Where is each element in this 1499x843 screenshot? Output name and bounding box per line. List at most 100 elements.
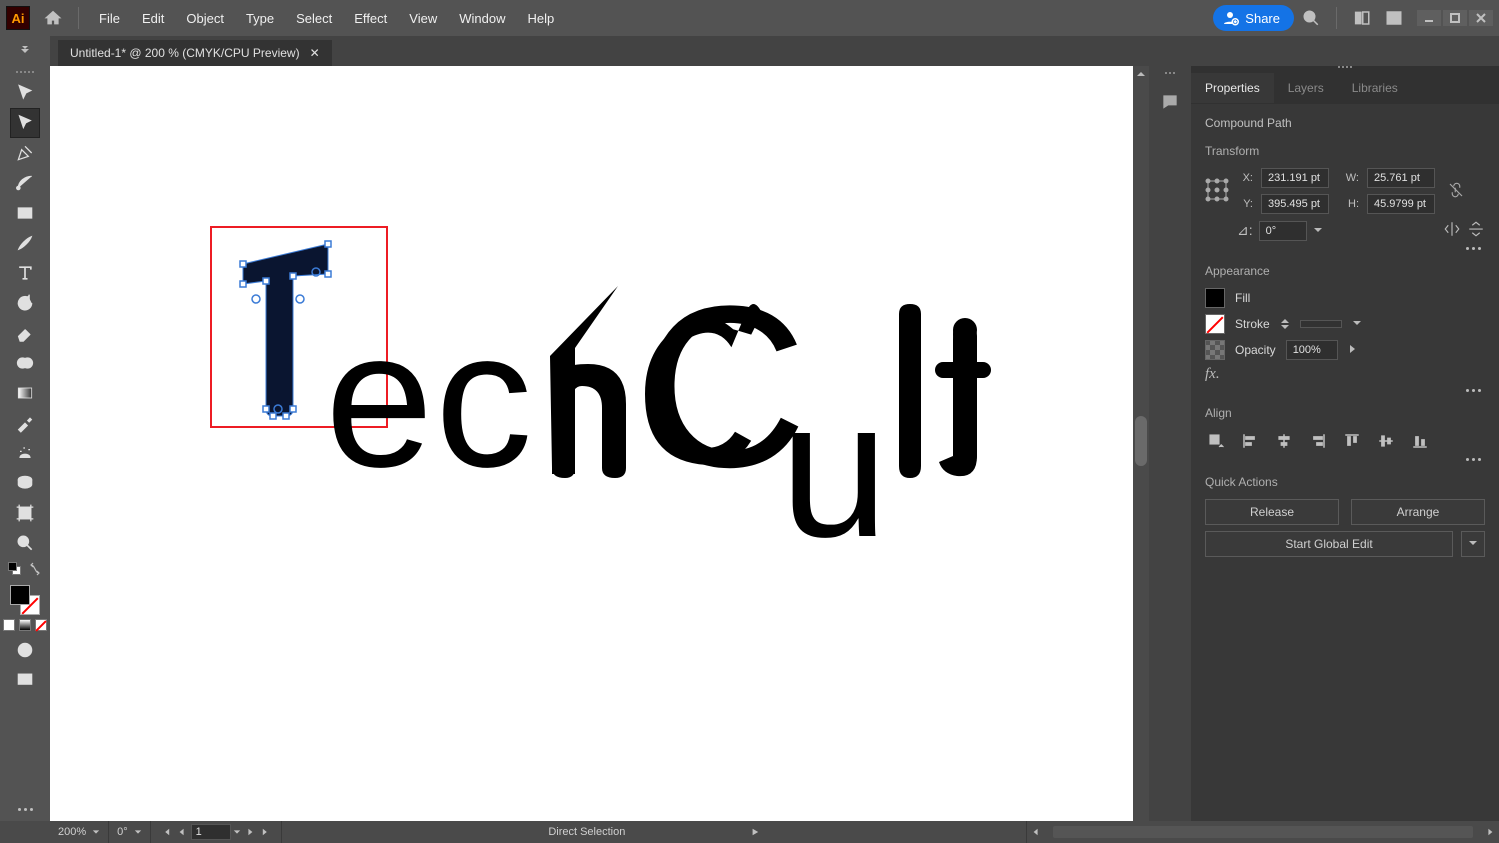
zoom-tool-icon[interactable] [10, 528, 40, 558]
close-button[interactable] [1469, 10, 1493, 26]
stroke-weight-field[interactable] [1300, 320, 1342, 328]
menu-type[interactable]: Type [236, 5, 284, 32]
opacity-flyout-icon[interactable] [1348, 343, 1356, 357]
arrange-documents-icon[interactable] [1347, 3, 1377, 33]
first-artboard-icon[interactable] [159, 825, 173, 839]
color-mode-icon[interactable] [3, 619, 15, 631]
type-tool-icon[interactable] [10, 258, 40, 288]
constrain-proportions-icon[interactable] [1447, 181, 1467, 201]
stroke-color-swatch[interactable] [1205, 314, 1225, 334]
artboard-tool-icon[interactable] [10, 498, 40, 528]
toolbox-grip[interactable] [10, 68, 40, 76]
dock-grip[interactable] [1165, 72, 1175, 78]
global-edit-dropdown-icon[interactable] [1461, 531, 1485, 557]
fill-swatch[interactable] [10, 585, 30, 605]
y-field[interactable]: 395.495 pt [1261, 194, 1329, 214]
share-button[interactable]: Share [1213, 5, 1294, 31]
scroll-left-icon[interactable] [1029, 825, 1043, 839]
last-artboard-icon[interactable] [259, 825, 273, 839]
arrange-button[interactable]: Arrange [1351, 499, 1485, 525]
flip-vertical-icon[interactable] [1467, 220, 1485, 241]
stroke-profile-dropdown-icon[interactable] [1352, 317, 1362, 331]
opacity-field[interactable]: 100% [1286, 340, 1338, 360]
rectangle-tool-icon[interactable] [10, 198, 40, 228]
align-to-dropdown-icon[interactable] [1205, 430, 1227, 452]
menu-file[interactable]: File [89, 5, 130, 32]
maximize-button[interactable] [1443, 10, 1467, 26]
edit-toolbar-icon[interactable] [18, 808, 33, 811]
align-top-icon[interactable] [1341, 430, 1363, 452]
screen-mode-icon[interactable] [10, 665, 40, 695]
artboard-number-field[interactable] [191, 824, 231, 840]
menu-window[interactable]: Window [449, 5, 515, 32]
x-field[interactable]: 231.191 pt [1261, 168, 1329, 188]
w-field[interactable]: 25.761 pt [1367, 168, 1435, 188]
close-tab-icon[interactable]: ✕ [310, 46, 320, 60]
zoom-level-dropdown[interactable]: 200% [50, 821, 109, 843]
global-edit-button[interactable]: Start Global Edit [1205, 531, 1453, 557]
default-fill-stroke-icon[interactable] [8, 562, 22, 576]
home-icon[interactable] [38, 3, 68, 33]
tab-libraries[interactable]: Libraries [1338, 73, 1412, 103]
scroll-right-icon[interactable] [1483, 825, 1497, 839]
gradient-tool-icon[interactable] [10, 378, 40, 408]
align-bottom-icon[interactable] [1409, 430, 1431, 452]
shape-builder-tool-icon[interactable] [10, 348, 40, 378]
eyedropper-tool-icon[interactable] [10, 408, 40, 438]
align-right-icon[interactable] [1307, 430, 1329, 452]
rotation-dropdown[interactable]: 0° [109, 821, 151, 843]
artboard[interactable]: e c C u [50, 66, 1133, 821]
workspace-switcher-icon[interactable] [1379, 3, 1409, 33]
menu-help[interactable]: Help [517, 5, 564, 32]
angle-field[interactable]: 0° [1259, 221, 1307, 241]
play-icon[interactable] [751, 828, 759, 836]
draw-mode-icon[interactable] [10, 635, 40, 665]
flip-horizontal-icon[interactable] [1443, 220, 1461, 241]
comments-panel-icon[interactable] [1156, 88, 1184, 116]
symbol-sprayer-tool-icon[interactable] [10, 438, 40, 468]
toolbar-expand-icon[interactable] [0, 36, 50, 66]
minimize-button[interactable] [1417, 10, 1441, 26]
pen-tool-icon[interactable] [10, 138, 40, 168]
eraser-tool-icon[interactable] [10, 318, 40, 348]
menu-view[interactable]: View [399, 5, 447, 32]
direct-selection-tool-icon[interactable] [10, 108, 40, 138]
menu-effect[interactable]: Effect [344, 5, 397, 32]
stroke-weight-stepper[interactable] [1280, 318, 1290, 330]
fx-label[interactable]: fx. [1205, 366, 1220, 383]
release-button[interactable]: Release [1205, 499, 1339, 525]
h-field[interactable]: 45.9799 pt [1367, 194, 1435, 214]
align-vcenter-icon[interactable] [1375, 430, 1397, 452]
paintbrush-tool-icon[interactable] [10, 228, 40, 258]
rotate-tool-icon[interactable] [10, 288, 40, 318]
menu-object[interactable]: Object [176, 5, 234, 32]
selection-tool-icon[interactable] [10, 78, 40, 108]
menu-edit[interactable]: Edit [132, 5, 174, 32]
live-paint-tool-icon[interactable] [10, 468, 40, 498]
tab-layers[interactable]: Layers [1274, 73, 1338, 103]
horizontal-scrollbar[interactable] [1053, 826, 1473, 838]
align-more-icon[interactable] [1466, 458, 1481, 461]
tab-properties[interactable]: Properties [1191, 73, 1274, 103]
vertical-scrollbar[interactable] [1133, 66, 1149, 821]
curvature-tool-icon[interactable] [10, 168, 40, 198]
opacity-swatch[interactable] [1205, 340, 1225, 360]
chevron-down-icon[interactable] [233, 828, 241, 836]
align-left-icon[interactable] [1239, 430, 1261, 452]
align-hcenter-icon[interactable] [1273, 430, 1295, 452]
fill-stroke-swatch[interactable] [10, 585, 40, 615]
search-icon[interactable] [1296, 3, 1326, 33]
scrollbar-thumb[interactable] [1135, 416, 1147, 466]
transform-more-icon[interactable] [1466, 247, 1481, 250]
none-mode-icon[interactable] [35, 619, 47, 631]
appearance-more-icon[interactable] [1466, 389, 1481, 392]
scroll-up-icon[interactable] [1133, 66, 1149, 82]
prev-artboard-icon[interactable] [175, 825, 189, 839]
fill-color-swatch[interactable] [1205, 288, 1225, 308]
menu-select[interactable]: Select [286, 5, 342, 32]
gradient-mode-icon[interactable] [19, 619, 31, 631]
reference-point-icon[interactable] [1205, 178, 1229, 205]
document-tab[interactable]: Untitled-1* @ 200 % (CMYK/CPU Preview) ✕ [58, 40, 332, 66]
next-artboard-icon[interactable] [243, 825, 257, 839]
angle-dropdown-icon[interactable] [1313, 224, 1323, 238]
